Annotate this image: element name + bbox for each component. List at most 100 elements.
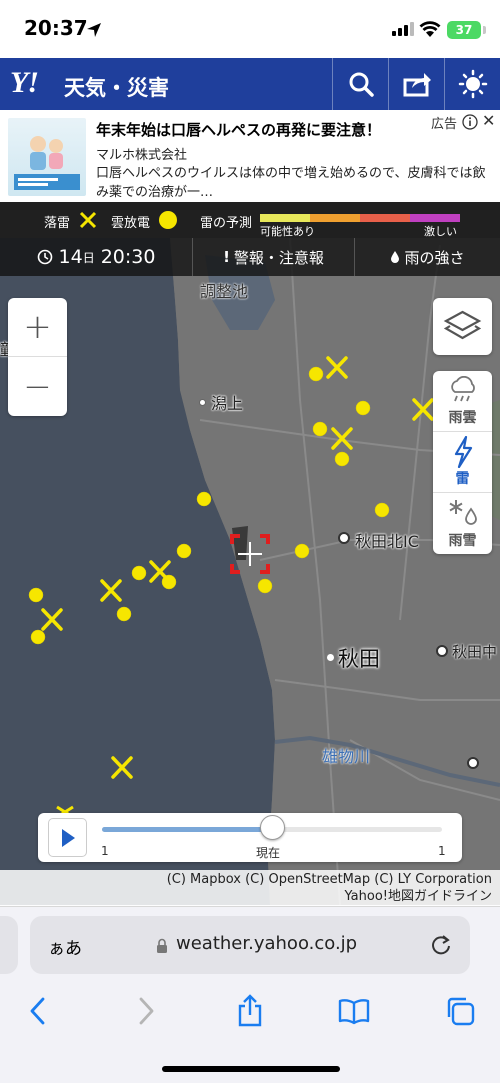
- tabs-icon: [447, 997, 475, 1026]
- ad-banner[interactable]: 年末年始は口唇ヘルペスの再発に要注意！ マルホ株式会社 口唇ヘルペスのウイルスは…: [0, 110, 500, 202]
- cloud-discharge-dot: [28, 587, 44, 603]
- mode-rain-cloud[interactable]: 雨雲: [433, 371, 492, 432]
- status-bar: 20:37 37: [0, 0, 500, 58]
- layers-icon: [443, 310, 482, 340]
- warnings-tab[interactable]: ! 警報・注意報: [192, 238, 354, 276]
- location-arrow-icon: [87, 23, 101, 37]
- cellular-signal-icon: [392, 22, 414, 36]
- ad-info-icon[interactable]: [462, 114, 478, 130]
- zoom-controls: + −: [8, 298, 67, 416]
- time-slider-fill: [102, 827, 272, 832]
- cloud-discharge-dot: [30, 629, 46, 645]
- map-attribution: (C) Mapbox (C) OpenStreetMap (C) LY Corp…: [0, 870, 500, 906]
- rain-label: 雨の強さ: [404, 248, 465, 267]
- share-sheet-button[interactable]: [230, 991, 270, 1031]
- search-button[interactable]: [332, 58, 388, 110]
- previous-tab-edge[interactable]: [0, 916, 18, 974]
- play-button[interactable]: [48, 818, 87, 857]
- share-button[interactable]: [388, 58, 444, 110]
- time-slider-panel: 1 現在 1: [38, 813, 462, 862]
- mode-thunder-label: 雷: [455, 471, 470, 487]
- tabs-button[interactable]: [440, 991, 480, 1031]
- legend-strike-label: 落雷: [44, 216, 71, 231]
- ad-title[interactable]: 年末年始は口唇ヘルペスの再発に要注意！: [96, 119, 381, 140]
- zoom-in-button[interactable]: +: [8, 298, 67, 357]
- legend-forecast-label: 雷の予測: [200, 216, 253, 231]
- warnings-label: 警報・注意報: [233, 248, 324, 267]
- lightning-strike-x: [111, 756, 133, 779]
- exclamation-icon: !: [223, 248, 230, 266]
- scale-seg-1: [260, 214, 310, 222]
- play-icon: [61, 828, 75, 847]
- datetime-selector[interactable]: 14 日 20:30: [0, 238, 192, 276]
- lightning-strike-x: [412, 398, 434, 421]
- sun-icon: [458, 69, 487, 99]
- strike-x-icon: [79, 211, 97, 229]
- lightning-legend: 落雷 雲放電 雷の予測 可能性あり 激しい: [0, 202, 500, 238]
- zoom-out-button[interactable]: −: [8, 357, 67, 416]
- lightning-strike-x: [331, 427, 353, 450]
- mode-sleet[interactable]: 雨雪: [433, 493, 492, 554]
- back-button[interactable]: [18, 991, 58, 1031]
- wifi-icon: [419, 21, 441, 37]
- ad-body[interactable]: 口唇ヘルペスのウイルスは体の中で増え始めるので、皮膚科では飲み薬での治療が一…: [96, 164, 486, 202]
- map-toolbar: 14 日 20:30 ! 警報・注意報 雨の強さ: [0, 238, 500, 276]
- scale-seg-3: [360, 214, 410, 222]
- site-title[interactable]: 天気・災害: [64, 72, 169, 102]
- app-header: Y! 天気・災害: [0, 58, 500, 110]
- lightning-strike-x: [149, 560, 171, 583]
- forward-chevron-icon: [139, 997, 154, 1025]
- cloud-discharge-dot: [308, 366, 324, 382]
- scale-seg-2: [310, 214, 360, 222]
- mode-sleet-label: 雨雪: [448, 533, 477, 549]
- rain-intensity-tab[interactable]: 雨の強さ: [354, 238, 500, 276]
- lightning-strike-x: [326, 356, 348, 379]
- reader-options-button[interactable]: ぁあ: [48, 934, 82, 959]
- reload-icon[interactable]: [430, 934, 452, 956]
- scale-seg-4: [410, 214, 460, 222]
- attribution-line[interactable]: (C) Mapbox (C) OpenStreetMap (C) LY Corp…: [0, 871, 492, 888]
- slider-right-label: 1: [438, 844, 446, 858]
- forward-button[interactable]: [126, 991, 166, 1031]
- book-icon: [338, 999, 370, 1025]
- cloud-discharge-dot: [374, 502, 390, 518]
- cloud-discharge-dot: [355, 400, 371, 416]
- guideline-link[interactable]: Yahoo!地図ガイドライン: [0, 888, 492, 905]
- layers-button[interactable]: [433, 298, 492, 355]
- ad-illustration: [14, 136, 80, 190]
- cloud-discharge-dot: [176, 543, 192, 559]
- address-bar[interactable]: ぁあ weather.yahoo.co.jp: [30, 916, 470, 974]
- url-text[interactable]: weather.yahoo.co.jp: [176, 933, 357, 954]
- time-slider-thumb[interactable]: [260, 815, 285, 840]
- bookmarks-button[interactable]: [334, 991, 374, 1031]
- browser-toolbar: ぁあ weather.yahoo.co.jp: [0, 906, 500, 1083]
- cloud-discharge-dot: [116, 606, 132, 622]
- legend-cloud-label: 雲放電: [111, 216, 151, 231]
- ad-close-icon[interactable]: ✕: [482, 111, 495, 130]
- yahoo-logo[interactable]: Y!: [10, 66, 39, 100]
- slider-now-label: 現在: [256, 846, 281, 860]
- theme-button[interactable]: [444, 58, 500, 110]
- share-icon: [403, 73, 431, 97]
- date-day-unit: 日: [82, 250, 95, 265]
- lightning-strike-x: [100, 579, 122, 602]
- lock-icon: [157, 938, 167, 953]
- search-icon: [349, 72, 374, 97]
- ad-image[interactable]: [8, 118, 86, 196]
- back-chevron-icon: [30, 997, 45, 1025]
- cloud-discharge-dot-icon: [159, 211, 177, 229]
- home-indicator: [162, 1066, 340, 1072]
- status-time: 20:37: [24, 16, 88, 40]
- forecast-scale-bar: [260, 214, 460, 222]
- share-sheet-icon: [238, 994, 262, 1027]
- weather-mode-selector: 雨雲 雷 雨雪: [433, 371, 492, 554]
- battery-icon: 37: [447, 21, 481, 39]
- cloud-discharge-dot: [196, 491, 212, 507]
- cloud-discharge-dot: [312, 421, 328, 437]
- cloud-discharge-dot: [131, 565, 147, 581]
- mode-thunder[interactable]: 雷: [433, 432, 492, 493]
- cloud-discharge-dot: [294, 543, 310, 559]
- mode-rain-cloud-label: 雨雲: [448, 410, 477, 426]
- legend-possible-label: 可能性あり: [260, 225, 315, 238]
- date-day: 14: [58, 246, 83, 268]
